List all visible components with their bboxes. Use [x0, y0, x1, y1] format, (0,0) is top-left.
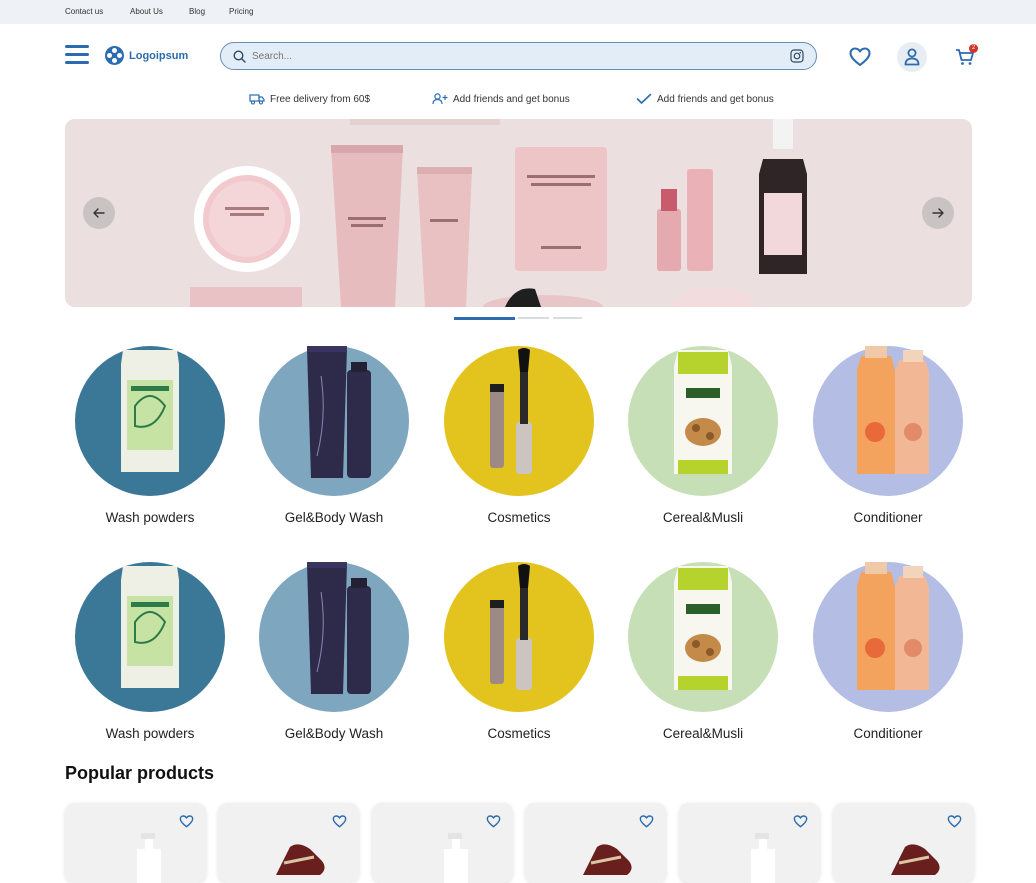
category-label: Cereal&Musli: [662, 510, 744, 525]
product-card[interactable]: [833, 803, 974, 883]
add-to-wishlist-icon[interactable]: [332, 815, 347, 828]
contact-us-link[interactable]: Contact us: [65, 7, 103, 16]
product-card[interactable]: [218, 803, 359, 883]
product-card[interactable]: [65, 803, 206, 883]
add-to-wishlist-icon[interactable]: [179, 815, 194, 828]
search-icon: [233, 50, 246, 63]
product-card[interactable]: [525, 803, 666, 883]
add-to-wishlist-icon[interactable]: [793, 815, 808, 828]
category-cereal-musli[interactable]: Cereal&Musli: [618, 336, 788, 536]
product-card[interactable]: [372, 803, 513, 883]
perk-bonus: Add friends and get bonus: [636, 93, 774, 105]
category-conditioner[interactable]: Conditioner: [803, 336, 973, 536]
bag-product-image: [121, 566, 179, 688]
category-label: Gel&Body Wash: [284, 726, 384, 741]
category-gel-body-wash[interactable]: Gel&Body Wash: [249, 336, 419, 536]
category-cereal-musli[interactable]: Cereal&Musli: [618, 552, 788, 752]
category-row: Wash powders Gel&Body Wash Cosmetics Cereal…: [65, 552, 972, 752]
check-icon: [636, 93, 652, 104]
truck-icon: [249, 94, 265, 105]
category-label: Cereal&Musli: [662, 726, 744, 741]
arrow-right-icon: [932, 208, 944, 218]
pagination-dot-active[interactable]: [454, 317, 515, 320]
add-to-wishlist-icon[interactable]: [639, 815, 654, 828]
account-icon[interactable]: [897, 42, 927, 72]
pagination-dot[interactable]: [553, 317, 582, 319]
category-label: Conditioner: [853, 510, 923, 525]
cart-count-badge: 2: [969, 44, 978, 53]
logo[interactable]: Logoipsum: [105, 46, 188, 65]
hero-banner[interactable]: [65, 119, 972, 307]
bottle-product-image: [857, 562, 929, 690]
banner-next-button[interactable]: [922, 197, 954, 229]
tube-product-image: [307, 346, 371, 478]
popular-products-title: Popular products: [65, 763, 215, 783]
add-user-icon: [432, 93, 448, 105]
add-to-wishlist-icon[interactable]: [947, 815, 962, 828]
pagination-dot[interactable]: [518, 317, 549, 319]
perk-friends: Add friends and get bonus: [432, 93, 570, 105]
category-label: Gel&Body Wash: [284, 510, 384, 525]
banner-cosmetics-image: [65, 119, 972, 307]
wishlist-icon[interactable]: [845, 42, 875, 72]
category-cosmetics[interactable]: Cosmetics: [434, 336, 604, 536]
category-row: Wash powders Gel&Body Wash Cosmetics Cereal…: [65, 336, 972, 536]
pricing-link[interactable]: Pricing: [229, 7, 253, 16]
logo-icon: [105, 46, 124, 65]
category-label: Cosmetics: [487, 726, 551, 741]
about-us-link[interactable]: About Us: [130, 7, 163, 16]
perk-bonus-text: Add friends and get bonus: [657, 93, 774, 105]
category-gel-body-wash[interactable]: Gel&Body Wash: [249, 552, 419, 752]
perk-delivery: Free delivery from 60$: [249, 93, 370, 105]
menu-icon[interactable]: [65, 45, 89, 65]
cereal-product-image: [674, 566, 732, 690]
add-to-wishlist-icon[interactable]: [486, 815, 501, 828]
category-label: Cosmetics: [487, 510, 551, 525]
product-card[interactable]: [679, 803, 820, 883]
cereal-product-image: [674, 350, 732, 474]
top-bar: Contact us About Us Blog Pricing: [0, 0, 1036, 24]
category-wash-powders[interactable]: Wash powders: [65, 552, 235, 752]
main-header: Logoipsum 2: [0, 24, 1036, 88]
perk-delivery-text: Free delivery from 60$: [270, 93, 371, 105]
category-label: Conditioner: [853, 726, 923, 741]
banner-pagination: [454, 317, 584, 320]
logo-text: Logoipsum: [129, 49, 189, 62]
cart-icon[interactable]: 2: [950, 42, 980, 72]
arrow-left-icon: [93, 208, 105, 218]
perks-bar: Free delivery from 60$ Add friends and g…: [0, 93, 1036, 109]
camera-search-icon[interactable]: [790, 49, 804, 63]
category-label: Wash powders: [105, 726, 195, 741]
category-label: Wash powders: [105, 510, 195, 525]
category-cosmetics[interactable]: Cosmetics: [434, 552, 604, 752]
perk-friends-text: Add friends and get bonus: [453, 93, 570, 105]
blog-link[interactable]: Blog: [189, 7, 205, 16]
tube-product-image: [307, 562, 371, 694]
search-input[interactable]: [252, 49, 772, 63]
search-bar: [220, 42, 817, 70]
mascara-product-image: [490, 348, 532, 474]
category-wash-powders[interactable]: Wash powders: [65, 336, 235, 536]
category-conditioner[interactable]: Conditioner: [803, 552, 973, 752]
mascara-product-image: [490, 564, 532, 690]
bag-product-image: [121, 350, 179, 472]
bottle-product-image: [857, 346, 929, 474]
banner-prev-button[interactable]: [83, 197, 115, 229]
